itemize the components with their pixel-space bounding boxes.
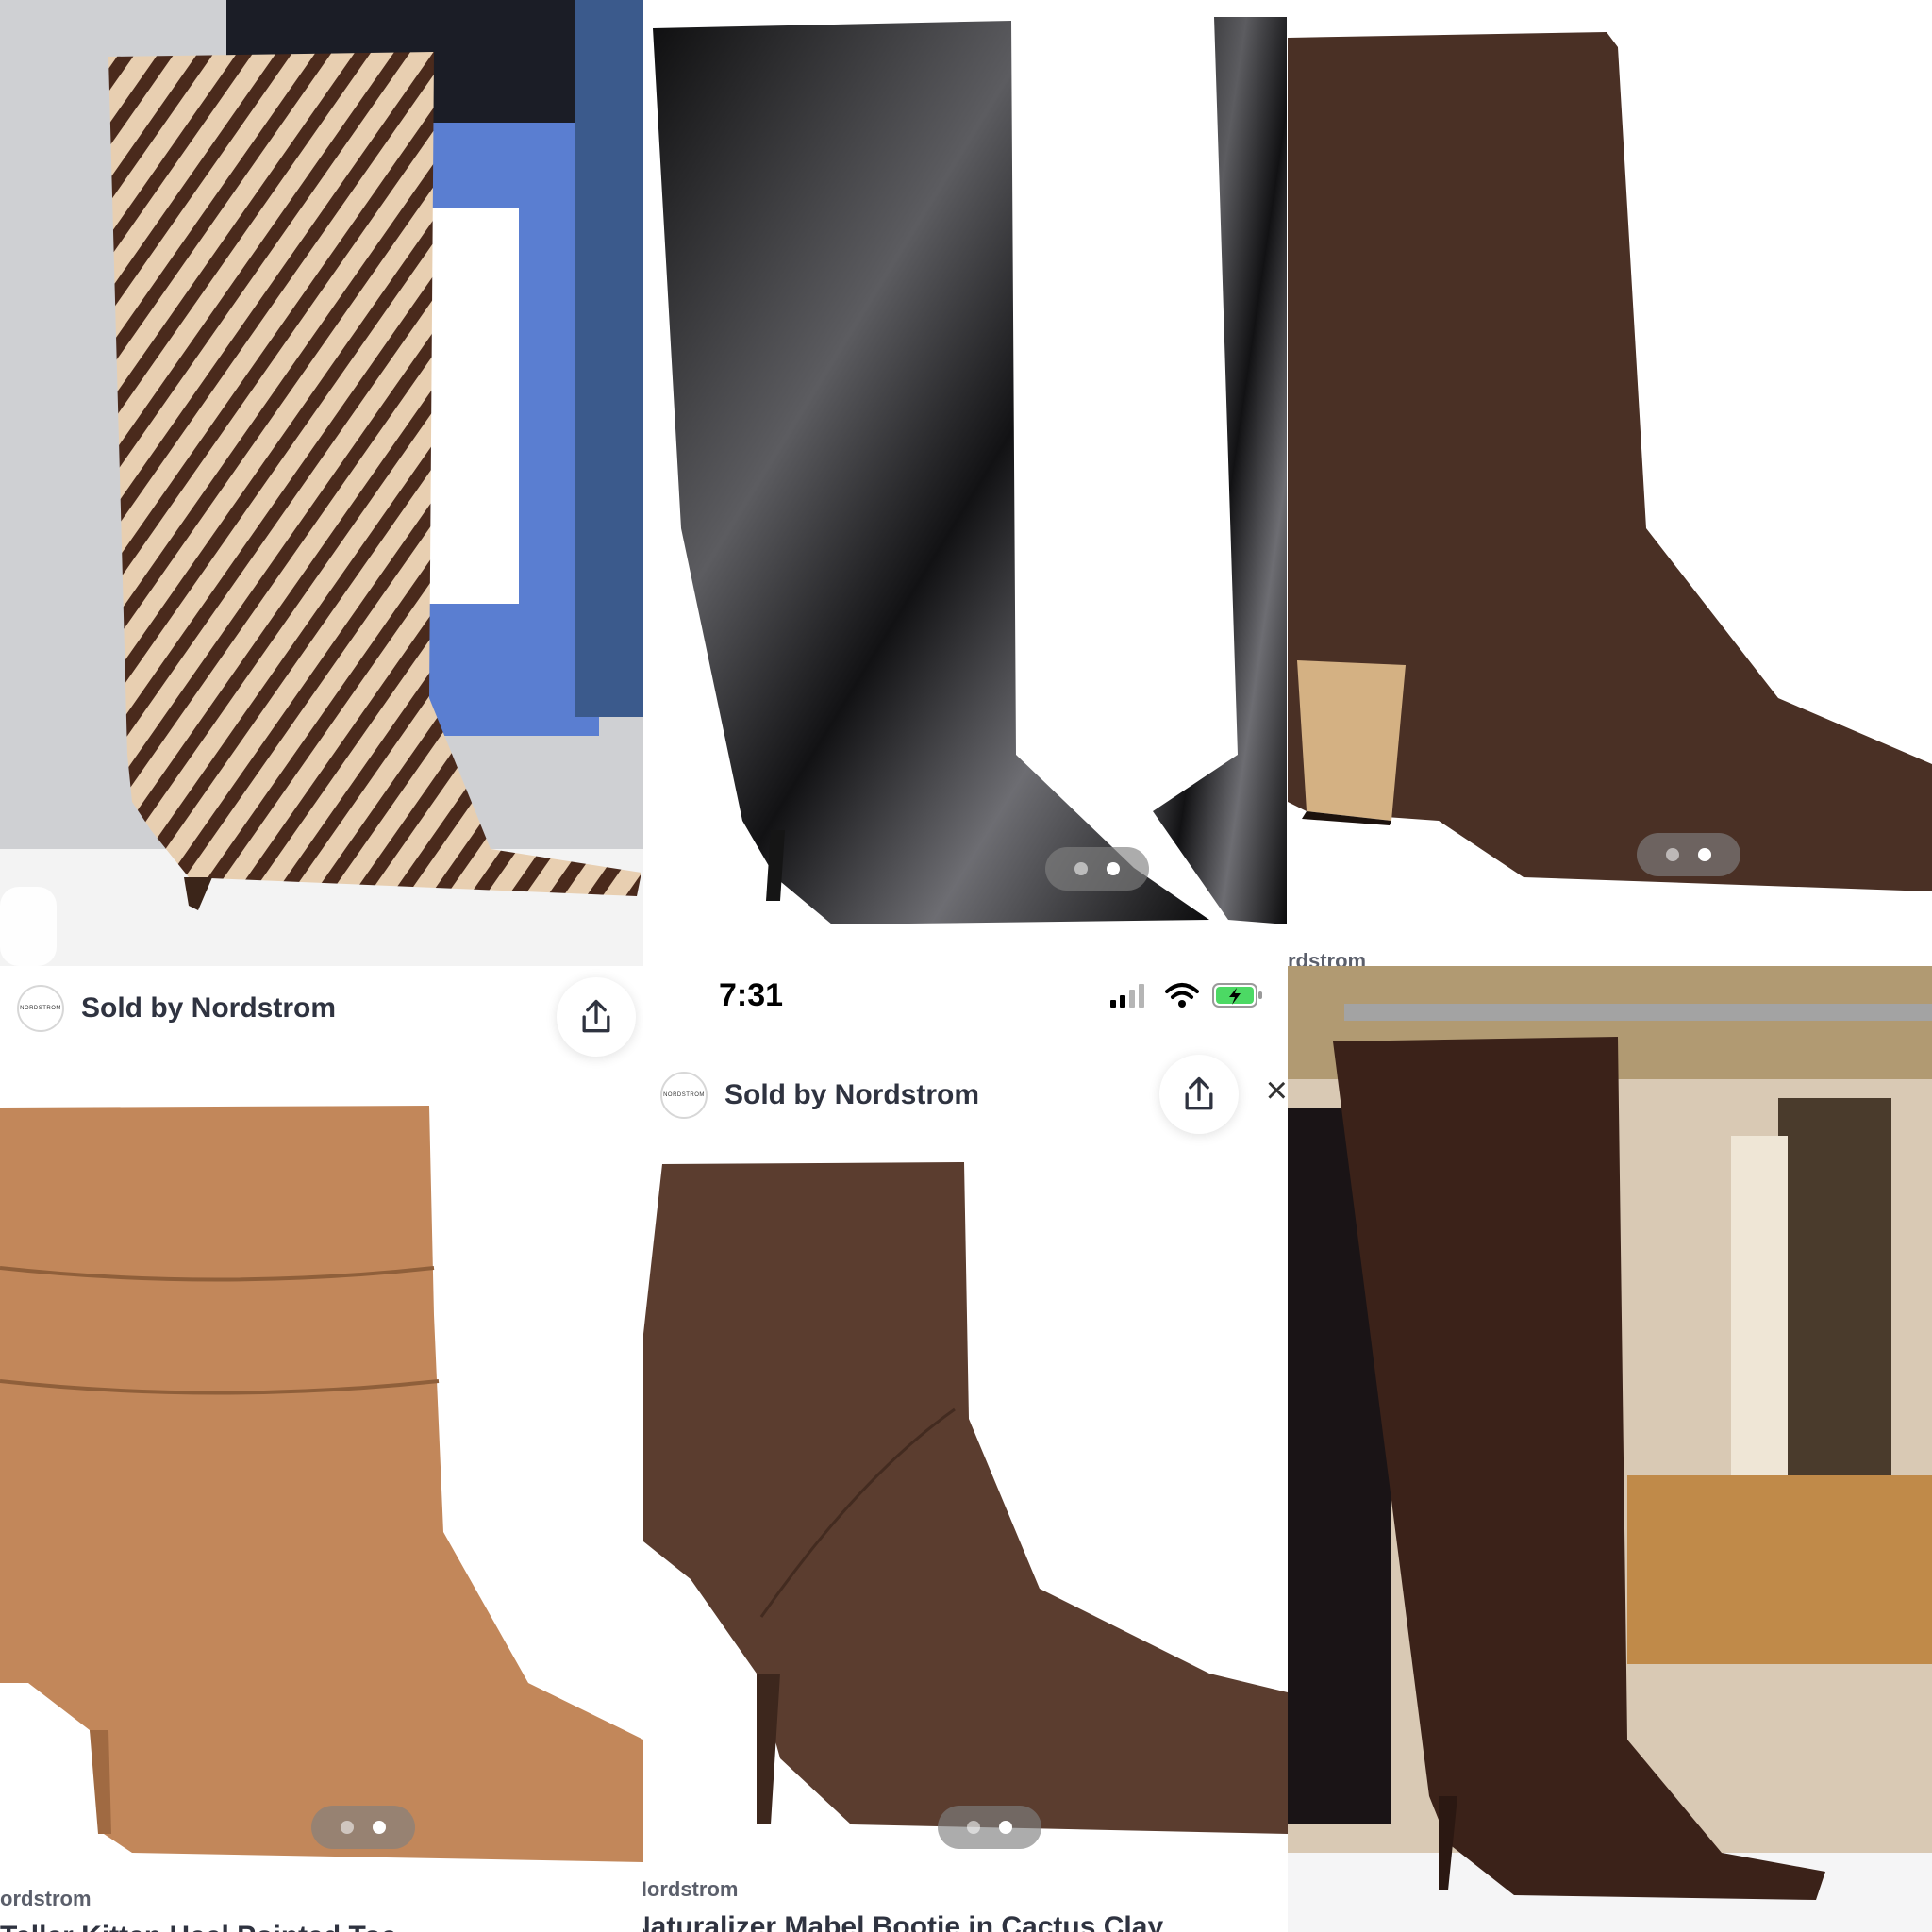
seller-header: NORDSTROM Sold by Nordstrom <box>0 966 643 1051</box>
product-title[interactable]: Naturalizer Mabel Bootie in Cactus Clay <box>643 1911 1163 1932</box>
image-carousel-dots[interactable] <box>311 1806 415 1849</box>
product-image-black-patent-boots[interactable] <box>643 0 1288 966</box>
seller-name: Sold by Nordstrom <box>81 992 337 1024</box>
ios-status-bar: 7:31 <box>643 966 1288 1024</box>
tan-slouch-boot-image <box>0 1106 643 1862</box>
share-button[interactable] <box>1159 1055 1239 1134</box>
image-carousel-dots[interactable] <box>938 1806 1041 1849</box>
carousel-dot-1[interactable] <box>341 1821 354 1834</box>
brand-label: Nordstrom <box>643 1877 739 1901</box>
status-icons <box>1110 982 1263 1008</box>
wifi-icon <box>1165 983 1199 1008</box>
share-icon <box>582 999 610 1033</box>
status-time: 7:31 <box>719 976 784 1013</box>
brown-bootie-image <box>643 1162 1288 1834</box>
carousel-dot-2[interactable] <box>373 1821 386 1834</box>
image-carousel-dots[interactable] <box>1045 847 1149 891</box>
nordstrom-logo: NORDSTROM <box>660 1072 708 1119</box>
black-patent-boots-image <box>653 17 1287 924</box>
product-image-zebra-boot[interactable] <box>0 0 643 966</box>
product-card-tan-slouch-boot[interactable]: NORDSTROM Sold by Nordstrom ordstrom Tel… <box>0 966 643 1932</box>
carousel-dot-1[interactable] <box>967 1821 980 1834</box>
share-button[interactable] <box>557 977 636 1057</box>
product-title-partial[interactable]: Teller Kitten Heel Pointed Toe <box>0 1921 397 1932</box>
carousel-dot-1[interactable] <box>1666 848 1679 861</box>
brown-ankle-boot-image <box>1288 32 1932 891</box>
image-carousel-dots[interactable] <box>1637 833 1740 876</box>
carousel-dot-2[interactable] <box>999 1821 1012 1834</box>
carousel-dot-2[interactable] <box>1698 848 1711 861</box>
product-card-brown-bootie[interactable]: 7:31 NORDSTROM Sold by Nordstrom × ordst… <box>643 966 1288 1932</box>
nordstrom-logo: NORDSTROM <box>17 985 64 1032</box>
cellular-signal-icon <box>1110 984 1144 1008</box>
brown-tall-boot-image <box>1288 966 1932 1932</box>
battery-charging-icon <box>1212 983 1262 1008</box>
brand-label-partial: rdstrom <box>1288 949 1367 966</box>
carousel-dot-1[interactable] <box>1074 862 1088 875</box>
close-icon[interactable]: × <box>1266 1070 1288 1112</box>
carousel-dot-2[interactable] <box>1107 862 1120 875</box>
product-image-brown-tall-suede-boot[interactable] <box>1288 966 1932 1932</box>
seller-name: Sold by Nordstrom <box>724 1079 980 1110</box>
product-image-brown-ankle-boot[interactable]: rdstrom <box>1288 0 1932 966</box>
share-icon <box>1185 1076 1213 1110</box>
brand-label: ordstrom <box>0 1887 92 1910</box>
zebra-boot-image <box>0 0 643 966</box>
